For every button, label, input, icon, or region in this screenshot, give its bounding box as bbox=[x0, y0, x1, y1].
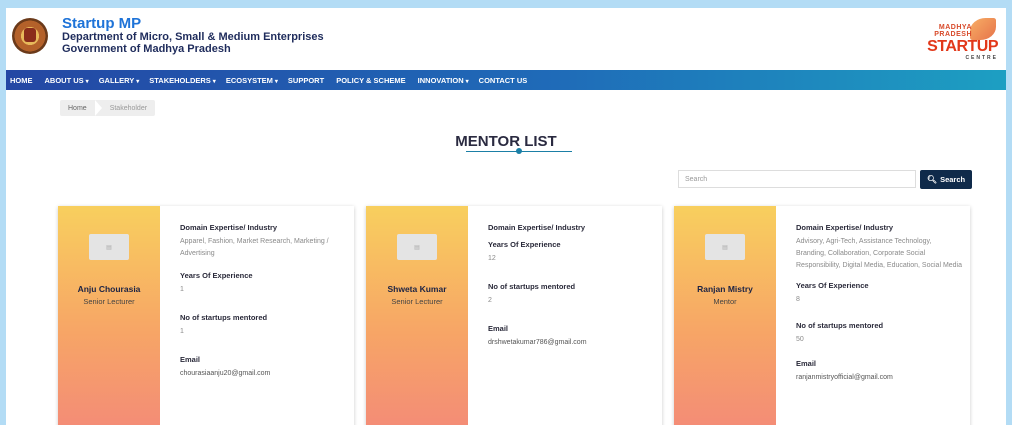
nav-item-policy-scheme[interactable]: POLICY & SCHEME bbox=[336, 76, 407, 85]
breadcrumb-separator bbox=[94, 100, 102, 116]
site-header: Startup MP Department of Micro, Small & … bbox=[6, 8, 1006, 66]
domain-value: Advisory, Agri-Tech, Assistance Technolo… bbox=[796, 238, 963, 269]
email-label: Email bbox=[488, 324, 509, 333]
email-value[interactable]: chourasiaanju20@gmail.com bbox=[180, 368, 346, 380]
search-button-label: Search bbox=[940, 175, 966, 184]
breadcrumb-home[interactable]: Home bbox=[68, 105, 87, 112]
years-value: 12 bbox=[488, 255, 496, 262]
brand-title: Startup MP bbox=[62, 15, 142, 32]
mentor-details: Domain Expertise/ Industry Apparel, Fash… bbox=[180, 216, 346, 380]
mentor-role: Senior Lecturer bbox=[83, 297, 135, 306]
mentored-value: 2 bbox=[488, 297, 492, 304]
avatar-placeholder-icon: ▤ bbox=[705, 234, 745, 260]
domain-value: Apparel, Fashion, Market Research, Marke… bbox=[180, 238, 329, 257]
department-name: Department of Micro, Small & Medium Ente… bbox=[62, 31, 324, 43]
years-label: Years Of Experience bbox=[796, 281, 869, 290]
chevron-down-icon: ▾ bbox=[465, 78, 469, 85]
government-name: Government of Madhya Pradesh bbox=[62, 43, 231, 55]
mentor-role: Mentor bbox=[713, 297, 737, 306]
mentored-value: 50 bbox=[796, 336, 804, 343]
mentored-label: No of startups mentored bbox=[796, 321, 884, 330]
mentor-name[interactable]: Ranjan Mistry bbox=[674, 284, 776, 294]
years-value: 8 bbox=[796, 296, 800, 303]
chevron-down-icon: ▾ bbox=[274, 78, 278, 85]
logo-line-3: STARTUP bbox=[927, 38, 998, 55]
logo-line-2: PRADESH bbox=[934, 31, 972, 38]
nav-item-home[interactable]: HOME bbox=[10, 76, 35, 85]
domain-label: Domain Expertise/ Industry bbox=[180, 223, 278, 232]
years-label: Years Of Experience bbox=[180, 271, 253, 280]
mentor-card-profile: ▤ Ranjan Mistry Mentor bbox=[674, 206, 776, 425]
mentor-card-profile: ▤ Shweta Kumar Senior Lecturer bbox=[366, 206, 468, 425]
breadcrumb: Home Stakeholder bbox=[60, 100, 156, 116]
domain-label: Domain Expertise/ Industry bbox=[796, 223, 894, 232]
title-underline-dot bbox=[516, 148, 522, 154]
mentored-label: No of startups mentored bbox=[488, 282, 576, 291]
mp-emblem-icon[interactable] bbox=[12, 18, 48, 54]
search-icon: 🔍︎ bbox=[926, 175, 938, 184]
years-label: Years Of Experience bbox=[488, 240, 561, 249]
avatar-placeholder-icon: ▤ bbox=[89, 234, 129, 260]
page: Startup MP Department of Micro, Small & … bbox=[6, 8, 1006, 425]
flame-icon bbox=[970, 18, 996, 40]
logo-line-4: CENTRE bbox=[965, 55, 998, 61]
nav-item-contact-us[interactable]: CONTACT US bbox=[479, 76, 530, 85]
mentor-card[interactable]: ▤ Anju Chourasia Senior Lecturer Domain … bbox=[58, 206, 354, 425]
chevron-down-icon: ▾ bbox=[85, 78, 89, 85]
mentor-name[interactable]: Shweta Kumar bbox=[366, 284, 468, 294]
nav-item-ecosystem[interactable]: ECOSYSTEM ▾ bbox=[226, 76, 278, 85]
mentor-role: Senior Lecturer bbox=[391, 297, 443, 306]
years-value: 1 bbox=[180, 286, 184, 293]
email-label: Email bbox=[180, 355, 201, 364]
domain-label: Domain Expertise/ Industry bbox=[488, 223, 586, 232]
chevron-down-icon: ▾ bbox=[136, 78, 140, 85]
avatar-placeholder-icon: ▤ bbox=[397, 234, 437, 260]
logo-line-1: MADHYA bbox=[938, 24, 972, 31]
mentor-name[interactable]: Anju Chourasia bbox=[58, 284, 160, 294]
email-value[interactable]: drshwetakumar786@gmail.com bbox=[488, 337, 654, 349]
main-nav: HOME ABOUT US ▾ GALLERY ▾ STAKEHOLDERS ▾ EC… bbox=[6, 70, 1006, 90]
nav-item-gallery[interactable]: GALLERY ▾ bbox=[99, 76, 140, 85]
brand-block[interactable]: Startup MP Department of Micro, Small & … bbox=[62, 16, 324, 55]
mentor-details: Domain Expertise/ Industry Advisory, Agr… bbox=[796, 216, 962, 384]
mentor-card-profile: ▤ Anju Chourasia Senior Lecturer bbox=[58, 206, 160, 425]
mentor-card[interactable]: ▤ Ranjan Mistry Mentor Domain Expertise/… bbox=[674, 206, 970, 425]
mentor-card[interactable]: ▤ Shweta Kumar Senior Lecturer Domain Ex… bbox=[366, 206, 662, 425]
search-button[interactable]: 🔍︎ Search bbox=[920, 170, 972, 189]
nav-item-about-us[interactable]: ABOUT US ▾ bbox=[45, 76, 89, 85]
chevron-down-icon: ▾ bbox=[212, 78, 216, 85]
nav-item-stakeholders[interactable]: STAKEHOLDERS ▾ bbox=[149, 76, 216, 85]
nav-item-innovation[interactable]: INNOVATION ▾ bbox=[418, 76, 469, 85]
mentor-details: Domain Expertise/ Industry Years Of Expe… bbox=[488, 216, 654, 349]
page-title: MENTOR LIST bbox=[455, 133, 557, 150]
email-label: Email bbox=[796, 359, 817, 368]
mentored-value: 1 bbox=[180, 328, 184, 335]
mentored-label: No of startups mentored bbox=[180, 313, 268, 322]
search-input[interactable]: Search bbox=[678, 170, 916, 188]
email-value[interactable]: ranjanmistryofficial@gmail.com bbox=[796, 372, 962, 384]
breadcrumb-current: Stakeholder bbox=[109, 104, 148, 112]
startup-centre-logo[interactable]: MADHYA PRADESH STARTUP CENTRE bbox=[927, 18, 1000, 62]
nav-item-support[interactable]: SUPPORT bbox=[288, 76, 326, 85]
